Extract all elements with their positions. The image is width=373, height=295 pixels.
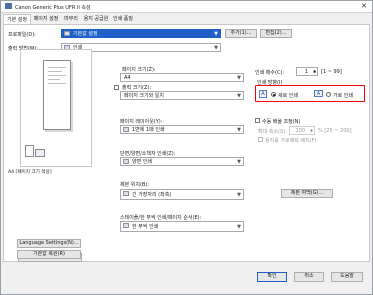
binding-icon: [123, 191, 129, 196]
scaling-range: % [25 ~ 200]: [318, 128, 352, 134]
preview-page: [43, 60, 71, 130]
cancel-button[interactable]: 취소: [294, 272, 324, 282]
tab-paper-source[interactable]: 용지 공급원: [82, 14, 110, 24]
landscape-radio[interactable]: [326, 92, 331, 97]
chevron-down-icon: ▼: [237, 93, 241, 99]
duplex-value: 양면 인쇄: [132, 159, 152, 165]
fit-paper-label: 용지를 가로채워 배치(F): [265, 138, 317, 144]
duplex-select[interactable]: 양면 인쇄 ▼: [120, 157, 244, 166]
chevron-down-icon: ▼: [237, 127, 241, 133]
binding-select[interactable]: 긴 가장자리 (좌측) ▼: [120, 189, 244, 200]
output-size-label: 출력 크기(Z):: [122, 85, 152, 91]
scaling-value: 100: [295, 128, 305, 134]
landscape-icon: A: [314, 90, 323, 97]
duplex-icon: [25, 145, 34, 157]
profile-label: 프로파일(D):: [8, 32, 36, 38]
profile-icon: [64, 31, 70, 36]
staple-value: 한 부씩 인쇄: [132, 224, 159, 230]
scaling-spinner[interactable]: 100 ▲ ▼: [289, 126, 315, 135]
staple-label: 스테이플/한 부씩 인쇄/페이지 순서(E):: [120, 215, 202, 221]
tab-finishing[interactable]: 마무리: [61, 14, 81, 24]
output-size-select[interactable]: 페이지 크기와 일치 ▼: [120, 91, 244, 100]
profile-select[interactable]: 기본값 설정 ▼: [61, 29, 221, 38]
profile-value: 기본값 설정: [73, 31, 98, 37]
spin-down-icon[interactable]: ▼: [313, 68, 316, 76]
properties-window: Canon Generic Plus UFR II 속성 ✕ 기본 설정 페이지…: [0, 0, 373, 295]
spin-down-icon[interactable]: ▼: [310, 127, 313, 135]
landscape-label: 가로 인쇄: [333, 93, 353, 99]
binding-label: 제본 위치(B):: [120, 182, 150, 188]
portrait-radio[interactable]: [271, 92, 276, 97]
preview-caption: A4 [페이지 크기 적용]: [8, 170, 52, 175]
portrait-label: 세로 인쇄: [278, 93, 298, 99]
help-button[interactable]: 도움말: [331, 272, 363, 282]
dialog-footer: 확인 취소 도움말: [1, 263, 372, 294]
copies-range: [1 ~ 99]: [321, 69, 342, 75]
orientation-highlight: A 세로 인쇄 A 가로 인쇄: [255, 85, 365, 102]
layout-icon: [123, 127, 129, 132]
page-layout-label: 페이지 레이아웃(Y):: [120, 119, 163, 125]
title-bar: Canon Generic Plus UFR II 속성 ✕: [1, 1, 372, 13]
scaling-label: 확대 축소(S):: [258, 129, 287, 135]
window-title: Canon Generic Plus UFR II 속성: [15, 5, 91, 11]
staple-select[interactable]: 한 부씩 인쇄 ▼: [120, 221, 244, 232]
chevron-down-icon: ▼: [214, 45, 218, 51]
manual-scaling-checkbox[interactable]: [255, 118, 260, 123]
copies-value: 1: [304, 69, 308, 75]
chevron-down-icon: ▼: [237, 75, 241, 81]
ok-button[interactable]: 확인: [257, 272, 287, 282]
duplex-option-icon: [123, 159, 129, 164]
binding-value: 긴 가장자리 (좌측): [132, 192, 172, 198]
portrait-icon: A: [259, 90, 267, 98]
page-size-label: 페이지 크기(Z):: [122, 67, 156, 73]
page-layout-value: 1면에 1매 인쇄: [132, 127, 165, 133]
profile-add-button[interactable]: 추가(1)...: [225, 29, 257, 38]
output-size-value: 페이지 크기와 일치: [124, 93, 164, 99]
tab-print-quality[interactable]: 인쇄 품질: [111, 14, 135, 24]
page-size-value: A4: [124, 75, 131, 81]
tab-basic-settings[interactable]: 기본 설정: [3, 14, 31, 24]
tab-page-setup[interactable]: 페이지 설정: [32, 14, 60, 24]
chevron-down-icon: ▼: [237, 224, 241, 230]
chevron-down-icon: ▼: [237, 192, 241, 198]
language-settings-button[interactable]: Language Settings(N)...: [17, 239, 81, 248]
page-size-select[interactable]: A4 ▼: [120, 73, 244, 82]
profile-edit-button[interactable]: 편집(2)...: [260, 29, 292, 38]
page-layout-select[interactable]: 1면에 1매 인쇄 ▼: [120, 125, 244, 134]
printer-icon: [5, 3, 12, 9]
collate-icon: [123, 223, 129, 228]
copies-spinner[interactable]: 1 ▲ ▼: [296, 67, 318, 76]
copies-label: 인쇄 매수(C):: [255, 70, 285, 76]
restore-defaults-button[interactable]: 기본값 복원(R): [17, 250, 81, 259]
staple-icon: [35, 149, 45, 157]
manual-scaling-label: 수동 배율 조정(N): [262, 119, 301, 125]
binding-margin-button[interactable]: 제본 여백(G)...: [281, 189, 333, 198]
settings-panel: 프로파일(D): 기본값 설정 ▼ 추가(1)... 편집(2)... 출력 방…: [3, 24, 370, 262]
chevron-down-icon: ▼: [214, 31, 218, 37]
close-icon[interactable]: ✕: [361, 2, 367, 10]
page-preview: [20, 49, 92, 167]
duplex-label: 단면/양면/소책자 인쇄(Z):: [120, 151, 176, 157]
fit-paper-checkbox[interactable]: [258, 137, 263, 142]
chevron-down-icon: ▼: [237, 159, 241, 165]
output-size-icon: [114, 85, 119, 90]
